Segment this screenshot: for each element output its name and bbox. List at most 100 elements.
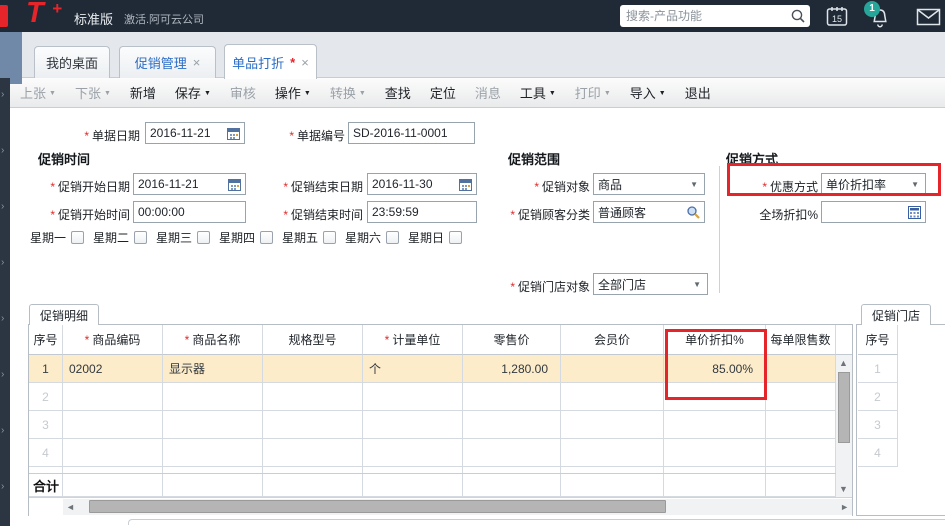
global-discount-field[interactable]	[821, 201, 926, 223]
scroll-down-icon[interactable]: ▼	[839, 484, 848, 494]
cell-code[interactable]: 02002	[63, 355, 163, 383]
tab-item-discount[interactable]: 单品打折 * ×	[224, 44, 317, 79]
cell-row-no[interactable]: 1	[29, 355, 63, 383]
table-row: 3	[29, 411, 852, 439]
weekday-checkbox[interactable]	[134, 231, 147, 244]
cell-row-no[interactable]: 2	[29, 383, 63, 411]
sidebar-expand-icon[interactable]: ›	[1, 90, 10, 100]
toolbar-button-find[interactable]: 查找	[385, 83, 411, 102]
close-icon[interactable]: ×	[301, 55, 309, 70]
sidebar-expand-icon[interactable]: ›	[1, 146, 10, 156]
vscroll-thumb[interactable]	[838, 372, 850, 443]
sidebar-top-block[interactable]	[0, 32, 22, 84]
sidebar-expand-icon[interactable]: ›	[1, 202, 10, 212]
weekday-label: 星期一	[30, 229, 66, 246]
tab-my-desktop[interactable]: 我的桌面	[34, 46, 110, 78]
sidebar-expand-icon[interactable]: ›	[1, 482, 10, 492]
weekday-checkbox[interactable]	[323, 231, 336, 244]
start-date-field[interactable]: 2016-11-21	[133, 173, 246, 195]
toolbar-button-tools[interactable]: 工具▼	[520, 83, 556, 102]
sidebar-expand-icon[interactable]: ›	[1, 258, 10, 268]
weekday-checkbox[interactable]	[197, 231, 210, 244]
notification-count-badge: 1	[864, 1, 880, 17]
toolbar-button-import[interactable]: 导入▼	[630, 83, 666, 102]
svg-text:15: 15	[832, 14, 842, 24]
toolbar-button-new[interactable]: 新增	[130, 83, 156, 102]
table-row: 2	[29, 383, 852, 411]
tab-promo-stores[interactable]: 促销门店	[861, 304, 931, 325]
scroll-left-icon[interactable]: ◄	[66, 502, 75, 512]
search-input[interactable]	[626, 6, 784, 26]
promo-stores-table: 序号 1 2 3 4	[856, 324, 945, 516]
hscroll-thumb[interactable]	[89, 500, 666, 513]
doc-date-label: *单据日期	[40, 127, 140, 144]
calculator-icon[interactable]	[908, 206, 921, 219]
promo-target-select[interactable]: 商品 ▼	[593, 173, 705, 195]
weekday-checkbox[interactable]	[449, 231, 462, 244]
calendar-picker-icon[interactable]	[459, 177, 472, 191]
start-date-label: *促销开始日期	[20, 178, 130, 195]
cell-name[interactable]: 显示器	[163, 355, 263, 383]
toolbar-button-actions[interactable]: 操作▼	[275, 83, 311, 102]
cell-discount[interactable]: 85.00%	[664, 355, 766, 383]
chevron-down-icon: ▼	[911, 180, 919, 189]
doc-date-field[interactable]: 2016-11-21	[145, 122, 245, 144]
start-time-field[interactable]: 00:00:00	[133, 201, 246, 223]
global-discount-label: 全场折扣%	[730, 206, 818, 223]
header-cell-no: 序号	[29, 325, 63, 355]
cell-limit[interactable]	[766, 355, 836, 383]
mail-icon[interactable]	[916, 8, 941, 26]
end-date-field[interactable]: 2016-11-30	[367, 173, 477, 195]
cell-row-no[interactable]: 4	[29, 439, 63, 467]
weekday-checkbox[interactable]	[386, 231, 399, 244]
toolbar-button-save[interactable]: 保存▼	[175, 83, 211, 102]
cell-spec[interactable]	[263, 355, 363, 383]
customer-class-field[interactable]: 普通顾客	[593, 201, 705, 223]
tab-label: 单品打折	[232, 53, 284, 72]
search-icon[interactable]	[790, 8, 806, 24]
lookup-magnifier-icon[interactable]	[686, 205, 700, 219]
cell-retail[interactable]: 1,280.00	[463, 355, 561, 383]
chevron-down-icon: ▼	[693, 280, 701, 289]
doc-no-field[interactable]: SD-2016-11-0001	[348, 122, 475, 144]
stores-row-no[interactable]: 2	[858, 383, 898, 411]
stores-row-no[interactable]: 3	[858, 411, 898, 439]
tab-promotion-management[interactable]: 促销管理 ×	[119, 46, 216, 78]
tab-promo-detail[interactable]: 促销明细	[29, 304, 99, 325]
sidebar-expand-icon[interactable]: ›	[1, 370, 10, 380]
dropdown-arrow-icon: ▼	[549, 90, 556, 97]
cell-row-no[interactable]: 3	[29, 411, 63, 439]
calendar-picker-icon[interactable]	[228, 177, 241, 191]
discount-method-select[interactable]: 单价折扣率 ▼	[821, 173, 926, 195]
toolbar-button-audit: 审核	[230, 83, 256, 102]
horizontal-scrollbar[interactable]: ◄ ►	[29, 497, 852, 516]
toolbar-button-convert: 转换▼	[330, 83, 366, 102]
weekday-checkbox[interactable]	[260, 231, 273, 244]
cell-unit[interactable]: 个	[363, 355, 463, 383]
calendar-picker-icon[interactable]	[227, 126, 240, 140]
vertical-scrollbar[interactable]: ▲ ▼	[836, 355, 852, 497]
chevron-down-icon: ▼	[690, 180, 698, 189]
hscroll-track[interactable]: ◄ ►	[63, 499, 852, 515]
sidebar-expand-icon[interactable]: ›	[1, 426, 10, 436]
stores-row-no[interactable]: 4	[858, 439, 898, 467]
dropdown-arrow-icon: ▼	[659, 90, 666, 97]
store-target-select[interactable]: 全部门店 ▼	[593, 273, 708, 295]
activation-label[interactable]: 激活.阿可云公司	[124, 11, 204, 27]
stores-row-no[interactable]: 1	[858, 355, 898, 383]
scroll-up-icon[interactable]: ▲	[839, 358, 848, 368]
scroll-right-icon[interactable]: ►	[840, 502, 849, 512]
toolbar-button-locate[interactable]: 定位	[430, 83, 456, 102]
search-box[interactable]	[620, 5, 810, 27]
sidebar-expand-icon[interactable]: ›	[1, 314, 10, 324]
cell-member[interactable]	[561, 355, 664, 383]
header-cell-limit: 每单限售数	[766, 325, 836, 355]
header-cell-name: *商品名称	[163, 325, 263, 355]
weekday-checkbox[interactable]	[71, 231, 84, 244]
end-time-field[interactable]: 23:59:59	[367, 201, 477, 223]
promo-detail-table: 序号 *商品编码 *商品名称 规格型号 *计量单位 零售价 会员价 单价折扣% …	[28, 324, 853, 516]
toolbar-button-exit[interactable]: 退出	[685, 83, 711, 102]
close-icon[interactable]: ×	[193, 55, 201, 70]
total-row: 合计	[29, 473, 852, 497]
calendar-day-icon[interactable]: 15	[826, 6, 848, 27]
